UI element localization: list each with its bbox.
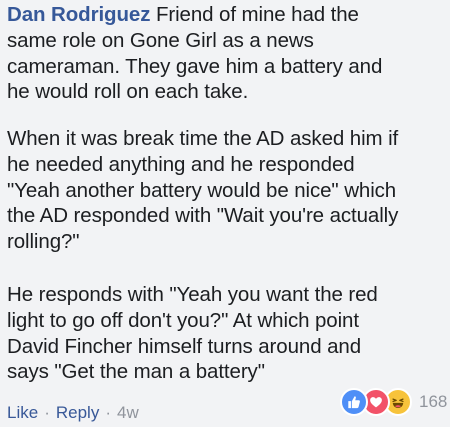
separator-dot: · (44, 403, 50, 422)
thumbs-up-icon (348, 396, 360, 409)
reaction-summary[interactable]: 168 (340, 388, 448, 416)
comment-text: same role on Gone Girl as a news (7, 28, 314, 52)
comment-text: he needed anything and he responded (7, 152, 355, 176)
comment-text: he would roll on each take. (7, 80, 249, 104)
comment-timestamp[interactable]: 4w (117, 402, 139, 424)
comment-text: cameraman. They gave him a battery and (7, 54, 383, 78)
reaction-count: 168 (419, 392, 448, 411)
comment-text: When it was break time the AD asked him … (7, 127, 399, 150)
comment-text: says "Get the man a battery" (7, 360, 265, 384)
comment-text: Friend of mine had the (150, 3, 359, 26)
laughing-face-icon (392, 398, 404, 408)
author-name-link[interactable]: Dan Rodriguez (7, 3, 150, 26)
separator-dot: · (105, 403, 111, 422)
comment-text: David Fincher himself turns around and (7, 334, 361, 358)
comment-text: He responds with "Yeah you want the red (7, 283, 378, 306)
comment-text: the AD responded with "Wait you're actua… (7, 204, 399, 228)
reply-button[interactable]: Reply (56, 402, 99, 424)
comment-text: rolling?" (7, 230, 80, 254)
comment-actions: Like · Reply · 4w (7, 402, 139, 424)
heart-icon (370, 397, 382, 408)
like-reaction-icon (340, 388, 368, 416)
comment: Dan Rodriguez Friend of mine had the same… (0, 0, 450, 427)
comment-text: "Yeah another battery would be nice" whi… (7, 178, 397, 202)
like-button[interactable]: Like (7, 402, 38, 424)
comment-paragraph-1: Dan Rodriguez Friend of mine had the same… (7, 2, 447, 105)
comment-text: light to go off don't you?" At which poi… (7, 308, 359, 332)
comment-paragraph-2: When it was break time the AD asked him … (7, 126, 447, 255)
comment-paragraph-3: He responds with "Yeah you want the red l… (7, 282, 447, 385)
